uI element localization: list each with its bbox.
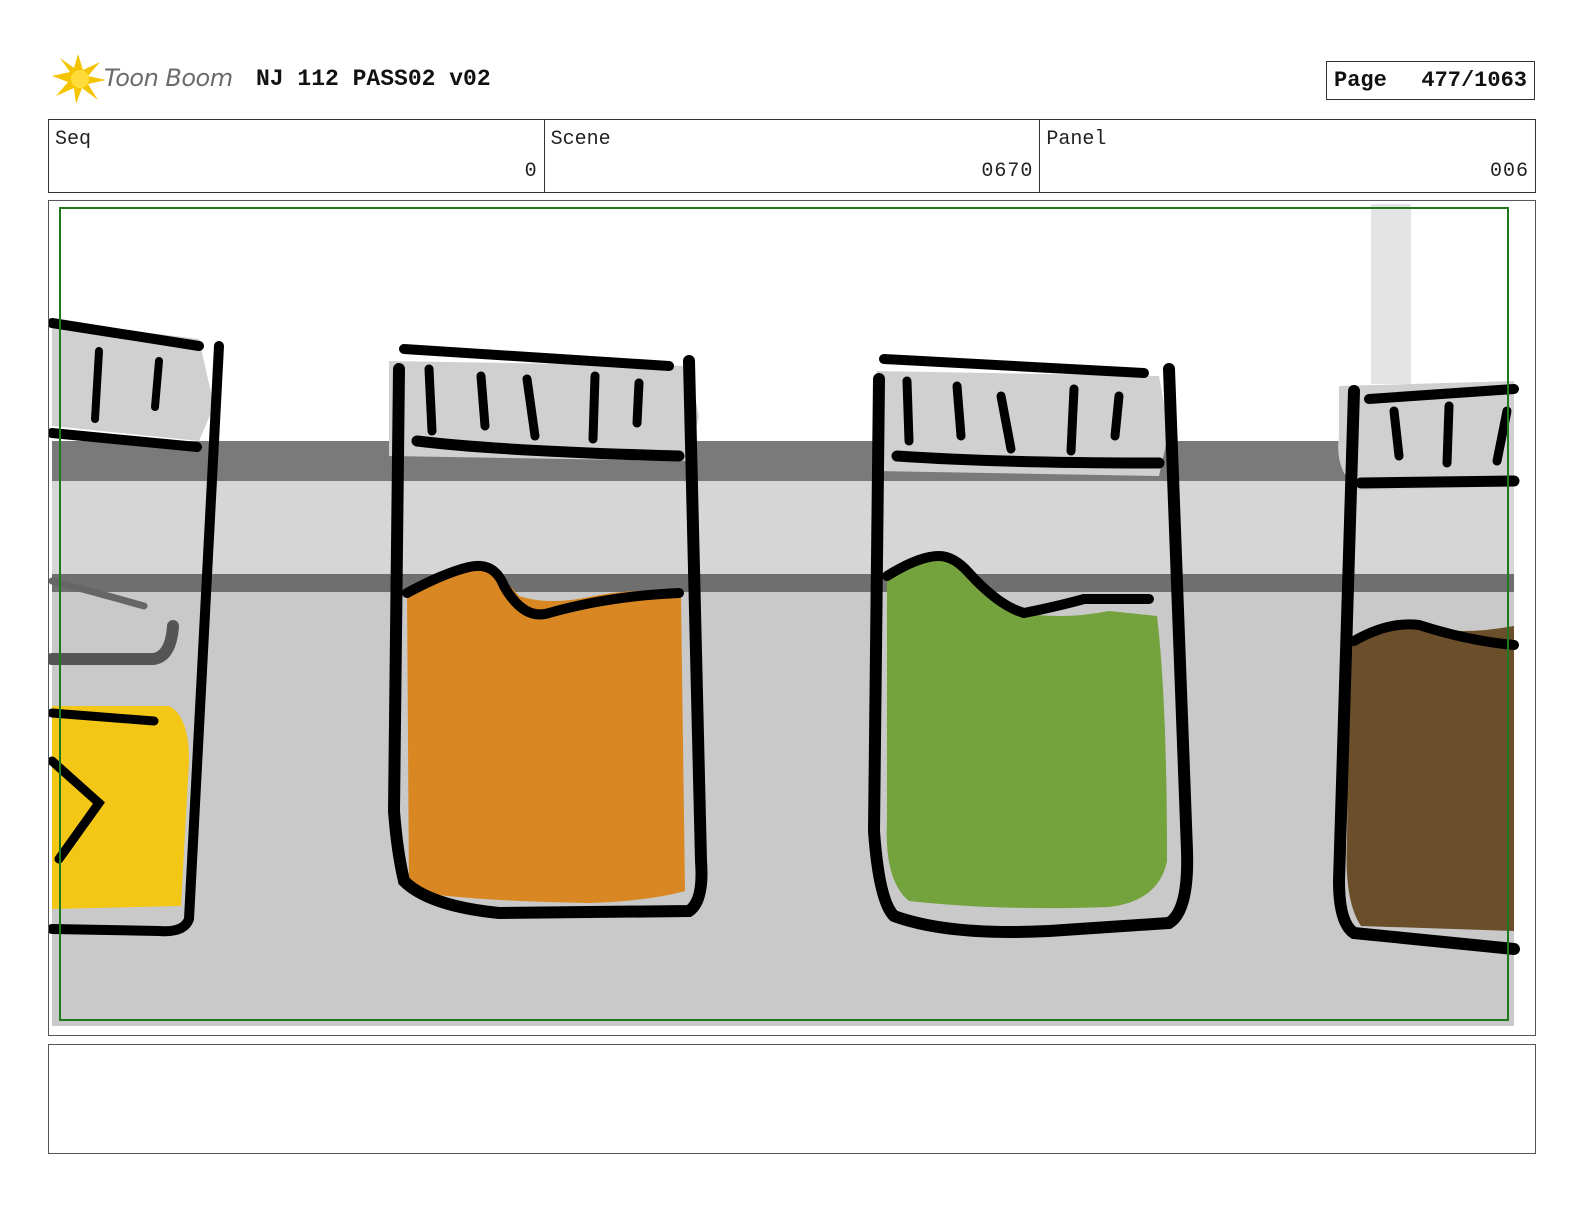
shelf-rail: [52, 574, 1514, 592]
brown-jar-liquid: [1346, 625, 1514, 931]
panel-cell: Panel 006: [1040, 120, 1535, 192]
panel-label: Panel: [1046, 128, 1107, 151]
seq-cell: Seq 0: [49, 120, 545, 192]
panel-value: 006: [1490, 160, 1530, 183]
storyboard-panel: [48, 200, 1536, 1036]
page-number: 477/1063: [1421, 68, 1527, 93]
brown-jar: [1332, 381, 1520, 955]
page-indicator: Page 477/1063: [1326, 61, 1535, 100]
info-bar: Seq 0 Scene 0670 Panel 006: [48, 119, 1536, 193]
shelf-back: [52, 481, 1514, 586]
document-title: NJ 112 PASS02 v02: [256, 66, 491, 92]
scene-value: 0670: [981, 160, 1034, 183]
notes-area: [48, 1044, 1536, 1154]
yellow-jar-liquid: [52, 706, 189, 909]
panel-drawing: [49, 201, 1535, 1035]
logo-text: Toon Boom: [104, 64, 233, 92]
seq-value: 0: [524, 160, 538, 183]
shelf-edge: [52, 441, 1514, 481]
scene-label: Scene: [550, 128, 611, 151]
green-jar: [867, 354, 1194, 938]
seq-label: Seq: [55, 128, 92, 151]
scene-cell: Scene 0670: [545, 120, 1041, 192]
orange-jar: [387, 344, 708, 920]
page-label: Page: [1334, 68, 1387, 93]
starburst-icon: [52, 54, 106, 104]
